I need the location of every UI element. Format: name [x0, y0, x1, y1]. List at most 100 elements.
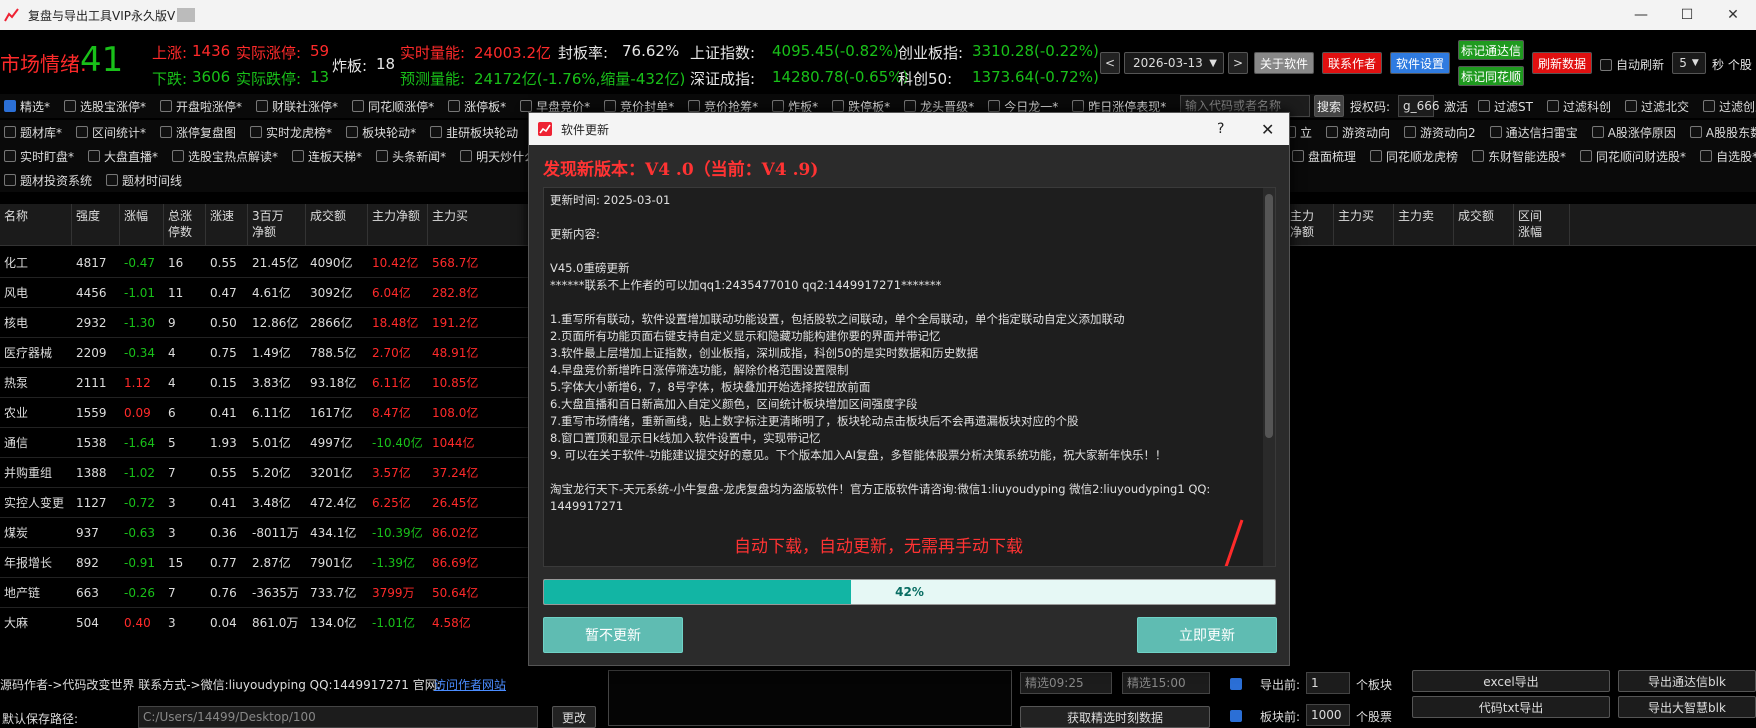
- filter-checkbox[interactable]: [1472, 150, 1485, 162]
- notes-scrollbar-thumb[interactable]: [1265, 194, 1273, 438]
- table-row[interactable]: 通信 1538 -1.64 5 1.93 5.01亿 4997亿 -10.40亿 1044亿: [0, 428, 540, 458]
- filter-checkbox[interactable]: [1370, 150, 1383, 162]
- author-site-link[interactable]: 访问作者网站: [434, 676, 506, 693]
- filter-option[interactable]: 游资动向2: [1404, 124, 1476, 141]
- column-header[interactable]: 主力卖: [1394, 204, 1454, 246]
- filter-option[interactable]: 同花顺问财选股*: [1580, 148, 1686, 165]
- sector-before-checkbox[interactable]: [1230, 710, 1242, 722]
- filter-checkbox[interactable]: [448, 100, 461, 112]
- table-row[interactable]: 煤炭 937 -0.63 3 0.36 -8011万 434.1亿 -10.39亿 86.02亿: [0, 518, 540, 548]
- filter-option[interactable]: 题材投资系统: [4, 172, 92, 189]
- auth-input[interactable]: g_666: [1398, 95, 1440, 117]
- later-button[interactable]: 暂不更新: [543, 617, 683, 653]
- filter-checkbox[interactable]: [1489, 126, 1502, 138]
- column-header[interactable]: 区间 涨幅: [1514, 204, 1570, 246]
- filter-option[interactable]: 连板天梯*: [292, 148, 362, 165]
- filter-option[interactable]: 过滤科创: [1546, 98, 1611, 115]
- dzh-export-button[interactable]: 导出大智慧blk: [1618, 696, 1756, 718]
- help-icon[interactable]: ?: [1217, 121, 1224, 137]
- filter-checkbox[interactable]: [1404, 126, 1417, 138]
- refresh-button[interactable]: 刷新数据: [1532, 52, 1592, 74]
- column-header[interactable]: 主力买: [428, 204, 540, 246]
- filter-checkbox[interactable]: [832, 100, 845, 112]
- interval-select[interactable]: 5 ▼: [1672, 52, 1706, 74]
- notes-scrollbar[interactable]: [1263, 188, 1275, 566]
- filter-checkbox[interactable]: [256, 100, 269, 112]
- column-header[interactable]: 涨速: [206, 204, 248, 246]
- filter-option[interactable]: 过滤ST: [1478, 98, 1533, 115]
- about-button[interactable]: 关于软件: [1254, 52, 1314, 74]
- filter-checkbox[interactable]: [430, 126, 443, 138]
- filter-checkbox[interactable]: [346, 126, 359, 138]
- filter-checkbox[interactable]: [460, 150, 473, 162]
- minimize-button[interactable]: —: [1618, 0, 1664, 30]
- table-row[interactable]: 风电 4456 -1.01 11 0.47 4.61亿 3092亿 6.04亿 282.8亿: [0, 278, 540, 308]
- filter-checkbox[interactable]: [64, 100, 77, 112]
- filter-option[interactable]: 题材库*: [4, 124, 62, 141]
- prev-date-button[interactable]: <: [1100, 52, 1120, 74]
- settings-button[interactable]: 软件设置: [1390, 52, 1450, 74]
- filter-option[interactable]: 同花顺龙虎榜: [1370, 148, 1458, 165]
- filter-option[interactable]: 盘面梳理: [1292, 148, 1356, 165]
- filter-option[interactable]: 同花顺涨停*: [352, 98, 434, 115]
- column-header[interactable]: 3百万 净额: [248, 204, 306, 246]
- get-snapshot-button[interactable]: 获取精选时刻数据: [1020, 706, 1210, 728]
- column-header[interactable]: 强度: [72, 204, 120, 246]
- close-window-button[interactable]: ✕: [1710, 0, 1756, 30]
- excel-export-button[interactable]: excel导出: [1412, 670, 1610, 692]
- filter-option[interactable]: 通达信扫雷宝: [1489, 124, 1578, 141]
- table-row[interactable]: 医疗器械 2209 -0.34 4 0.75 1.49亿 788.5亿 2.70亿 48.91亿: [0, 338, 540, 368]
- filter-option[interactable]: 过滤北交: [1624, 98, 1689, 115]
- table-row[interactable]: 化工 4817 -0.47 16 0.55 21.45亿 4090亿 10.42亿 568.7亿: [0, 248, 540, 278]
- filter-option[interactable]: 过滤创业: [1702, 98, 1756, 115]
- filter-option[interactable]: 实时龙虎榜*: [250, 124, 332, 141]
- filter-option[interactable]: 涨停板*: [448, 98, 506, 115]
- filter-checkbox[interactable]: [172, 150, 185, 162]
- auto-refresh-toggle[interactable]: 自动刷新: [1600, 56, 1664, 73]
- filter-option[interactable]: 头条新闻*: [376, 148, 446, 165]
- filter-checkbox[interactable]: [160, 126, 173, 138]
- filter-option[interactable]: A股涨停原因: [1591, 124, 1676, 141]
- table-row[interactable]: 年报增长 892 -0.91 15 0.77 2.87亿 7901亿 -1.39亿 86.69亿: [0, 548, 540, 578]
- mark-ths-button[interactable]: 标记同花顺: [1458, 66, 1524, 86]
- filter-checkbox[interactable]: [4, 174, 16, 186]
- filter-checkbox[interactable]: [688, 100, 701, 112]
- column-header[interactable]: 总涨 停数: [164, 204, 206, 246]
- auto-refresh-checkbox[interactable]: [1600, 58, 1612, 71]
- filter-option[interactable]: 选股宝热点解读*: [172, 148, 278, 165]
- filter-option[interactable]: 区间统计*: [76, 124, 146, 141]
- filter-checkbox[interactable]: [1292, 150, 1304, 162]
- filter-checkbox[interactable]: [604, 100, 617, 112]
- search-button[interactable]: 搜索: [1314, 95, 1344, 117]
- filter-option[interactable]: 涨停复盘图: [160, 124, 236, 141]
- filter-checkbox[interactable]: [4, 100, 16, 112]
- close-dialog-icon[interactable]: ✕: [1261, 120, 1274, 139]
- filter-checkbox[interactable]: [1546, 100, 1559, 112]
- table-row[interactable]: 并购重组 1388 -1.02 7 0.55 5.20亿 3201亿 3.57亿 37.24亿: [0, 458, 540, 488]
- filter-checkbox[interactable]: [988, 100, 1001, 112]
- filter-checkbox[interactable]: [76, 126, 89, 138]
- filter-checkbox[interactable]: [4, 150, 16, 162]
- filter-option[interactable]: 题材时间线: [106, 172, 182, 189]
- filter-checkbox[interactable]: [1702, 100, 1715, 112]
- tdx-export-button[interactable]: 导出通达信blk: [1618, 670, 1756, 692]
- column-header[interactable]: 名称: [0, 204, 72, 246]
- column-header[interactable]: 主力 净额: [1286, 204, 1334, 246]
- txt-export-button[interactable]: 代码txt导出: [1412, 696, 1610, 718]
- column-header[interactable]: 成交额: [1454, 204, 1514, 246]
- filter-checkbox[interactable]: [1478, 100, 1490, 112]
- column-header[interactable]: 主力净额: [368, 204, 428, 246]
- filter-option[interactable]: 精选*: [4, 98, 50, 115]
- filter-checkbox[interactable]: [1580, 150, 1593, 162]
- filter-checkbox[interactable]: [1326, 126, 1339, 138]
- filter-option[interactable]: 大盘直播*: [88, 148, 158, 165]
- filter-option[interactable]: 选股宝涨停*: [64, 98, 146, 115]
- filter-checkbox[interactable]: [1624, 100, 1637, 112]
- export-before-spinner[interactable]: 1: [1306, 672, 1350, 694]
- table-row[interactable]: 地产链 663 -0.26 7 0.76 -3635万 733.7亿 3799万 50.64亿: [0, 578, 540, 608]
- update-now-button[interactable]: 立即更新: [1137, 617, 1277, 653]
- column-header[interactable]: 涨幅: [120, 204, 164, 246]
- time-0925-input[interactable]: 精选09:25: [1020, 672, 1112, 694]
- change-path-button[interactable]: 更改: [552, 706, 596, 728]
- filter-checkbox[interactable]: [1072, 100, 1085, 112]
